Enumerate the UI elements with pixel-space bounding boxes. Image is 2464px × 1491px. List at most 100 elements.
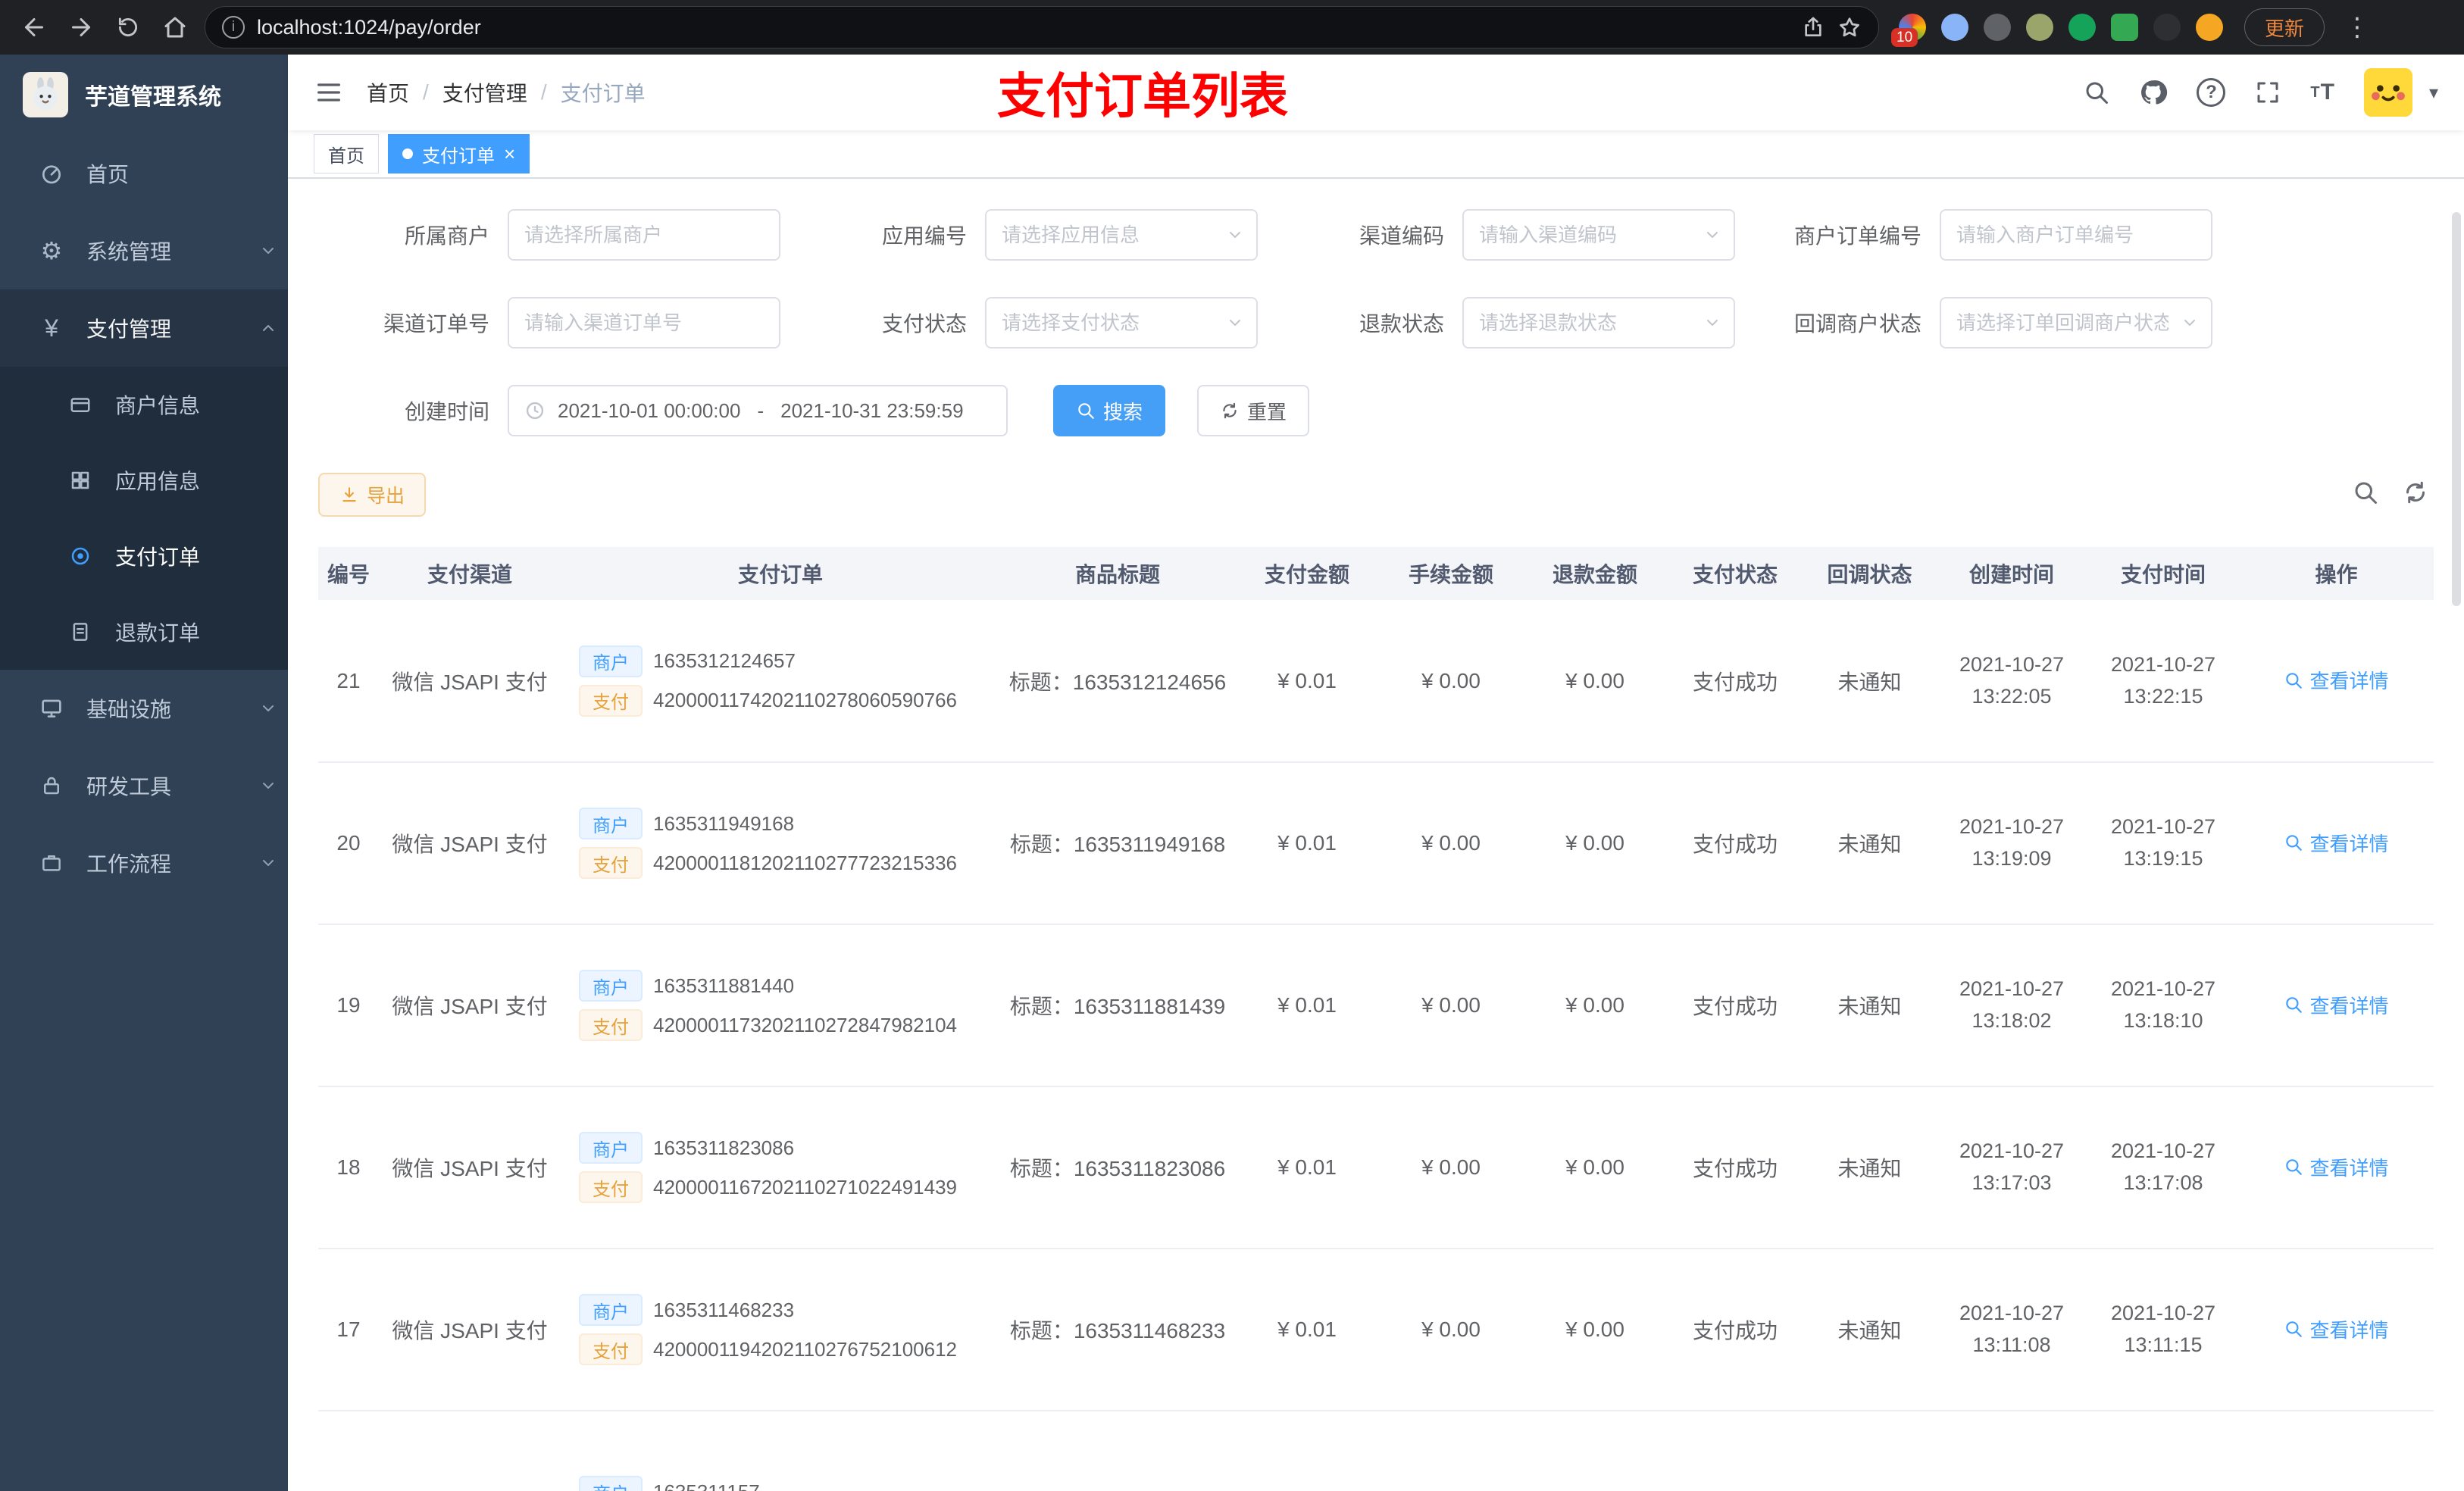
refund-status-select[interactable] — [1462, 297, 1735, 349]
pay-status-input[interactable] — [1002, 311, 1241, 335]
pay-order-no: 4200001174202110278060590766 — [653, 689, 958, 711]
channel-order-no-input[interactable] — [524, 311, 764, 335]
cell-status: 支付成功 — [1667, 600, 1803, 763]
filter-label: 渠道订单号 — [383, 312, 489, 336]
sidebar-item-refund-order[interactable]: 退款订单 — [0, 594, 288, 670]
extension-icon-7[interactable] — [2153, 14, 2181, 41]
sidebar-item-pay-order[interactable]: 支付订单 — [0, 518, 288, 594]
cell-notify: 未通知 — [1803, 762, 1936, 925]
cell-paid: 2021-10-27 13:17:08 — [2087, 1086, 2239, 1249]
cell-status: 支付成功 — [1667, 1086, 1803, 1249]
date-start[interactable]: 2021-10-01 00:00:00 — [558, 399, 740, 423]
search-button-label: 搜索 — [1103, 400, 1143, 424]
sidebar-item-label: 退款订单 — [115, 621, 201, 645]
cell-status: 支付成功 — [1667, 1249, 1803, 1411]
close-icon[interactable]: × — [504, 144, 515, 164]
cell-created: 2021-10-27 13:11:08 — [1936, 1249, 2087, 1411]
back-icon[interactable] — [17, 10, 52, 45]
cell-status: 支付成功 — [1667, 924, 1803, 1087]
sidebar-item-home[interactable]: 首页 — [0, 135, 288, 212]
app-id-input[interactable] — [1002, 223, 1241, 247]
merchant-order-no-input[interactable] — [1956, 223, 2196, 247]
create-time-range-picker[interactable]: 2021-10-01 00:00:00 - 2021-10-31 23:59:5… — [508, 385, 1008, 436]
forward-icon[interactable] — [64, 10, 98, 45]
page-scrollbar[interactable] — [2452, 212, 2461, 606]
search-button[interactable]: 搜索 — [1053, 385, 1166, 436]
sidebar-item-label: 研发工具 — [86, 775, 172, 799]
cell-order: 商户 1635311157 — [561, 1411, 1000, 1491]
sidebar-item-infrastructure[interactable]: 基础设施 — [0, 670, 288, 747]
search-icon[interactable] — [2083, 79, 2110, 106]
home-icon[interactable] — [158, 10, 192, 45]
url-text[interactable]: localhost:1024/pay/order — [257, 16, 1789, 39]
cell-amount: ¥ 0.01 — [1235, 600, 1379, 763]
pay-status-select[interactable] — [985, 297, 1258, 349]
export-button[interactable]: 导出 — [318, 473, 427, 517]
fullscreen-icon[interactable] — [2254, 79, 2281, 106]
github-icon[interactable] — [2139, 78, 2168, 107]
paid-time: 13:22:15 — [2123, 684, 2203, 708]
breadcrumb-home[interactable]: 首页 — [367, 77, 409, 108]
view-detail-link[interactable]: 查看详情 — [2284, 666, 2389, 694]
merchant-input[interactable] — [524, 223, 764, 247]
extension-icon-4[interactable] — [2026, 14, 2053, 41]
cell-channel: 微信 JSAPI 支付 — [379, 600, 561, 763]
bookmark-star-icon[interactable] — [1837, 15, 1862, 39]
channel-order-no-field[interactable] — [508, 297, 780, 349]
tab-pay-order[interactable]: 支付订单 × — [388, 134, 530, 173]
view-detail-link[interactable]: 查看详情 — [2284, 1153, 2389, 1181]
app-id-select[interactable] — [985, 209, 1258, 261]
browser-update-button[interactable]: 更新 — [2244, 8, 2325, 46]
view-detail-link[interactable]: 查看详情 — [2284, 1315, 2389, 1343]
merchant-select[interactable] — [508, 209, 780, 261]
tab-home[interactable]: 首页 — [314, 134, 379, 173]
browser-menu-icon[interactable]: ⋮ — [2340, 14, 2375, 40]
url-bar[interactable]: i localhost:1024/pay/order — [205, 6, 1879, 48]
view-detail-link[interactable]: 查看详情 — [2284, 829, 2389, 857]
extension-icon-5[interactable] — [2068, 14, 2096, 41]
paid-time: 13:17:08 — [2123, 1171, 2203, 1194]
extension-icon-6[interactable] — [2111, 14, 2138, 41]
refund-status-input[interactable] — [1479, 311, 1718, 335]
sidebar-item-system[interactable]: ⚙ 系统管理 — [0, 212, 288, 289]
col-order: 支付订单 — [561, 547, 1000, 600]
channel-code-select[interactable] — [1462, 209, 1735, 261]
sidebar-item-workflow[interactable]: 工作流程 — [0, 824, 288, 902]
extension-icon-2[interactable] — [1941, 14, 1968, 41]
cell-notify: 未通知 — [1803, 1249, 1936, 1411]
table-row-partial: 商户 1635311157 — [318, 1411, 2434, 1491]
logo-image — [23, 72, 68, 117]
sidebar-item-app-info[interactable]: 应用信息 — [0, 442, 288, 518]
help-icon[interactable]: ? — [2197, 78, 2226, 107]
cell-amount: ¥ 0.01 — [1235, 762, 1379, 925]
reload-icon[interactable] — [111, 10, 145, 45]
avatar-caret-icon[interactable]: ▾ — [2429, 82, 2438, 104]
extension-icon-3[interactable] — [1984, 14, 2011, 41]
sidebar-item-payment[interactable]: ¥ 支付管理 — [0, 289, 288, 367]
reset-button[interactable]: 重置 — [1197, 385, 1310, 436]
channel-code-input[interactable] — [1479, 223, 1718, 247]
sidebar-item-merchant-info[interactable]: 商户信息 — [0, 367, 288, 442]
merchant-order-no-field[interactable] — [1940, 209, 2212, 261]
profile-avatar[interactable] — [2196, 14, 2223, 41]
site-info-icon[interactable]: i — [222, 16, 245, 39]
breadcrumb-current: 支付订单 — [560, 82, 646, 105]
view-detail-link[interactable]: 查看详情 — [2284, 991, 2389, 1019]
font-size-icon[interactable]: TT — [2310, 80, 2335, 105]
date-end[interactable]: 2021-10-31 23:59:59 — [780, 399, 963, 423]
cell-channel: 微信 JSAPI 支付 — [379, 1249, 561, 1411]
share-icon[interactable] — [1801, 15, 1825, 39]
user-avatar[interactable] — [2363, 68, 2412, 117]
filter-label: 渠道编码 — [1359, 224, 1444, 248]
toggle-search-icon[interactable] — [2352, 479, 2379, 511]
extension-icon-1[interactable]: 10 — [1891, 14, 1926, 47]
cell-order: 商户 1635311468233 支付 42000011942021102767… — [561, 1249, 1000, 1411]
refresh-icon[interactable] — [2402, 479, 2429, 511]
sidebar-item-dev-tools[interactable]: 研发工具 — [0, 747, 288, 824]
view-detail-label: 查看详情 — [2309, 1156, 2389, 1180]
notify-status-input[interactable] — [1956, 311, 2196, 335]
view-detail-label: 查看详情 — [2309, 994, 2389, 1017]
hamburger-icon[interactable] — [314, 77, 344, 108]
export-button-label: 导出 — [367, 486, 405, 507]
notify-status-select[interactable] — [1940, 297, 2212, 349]
